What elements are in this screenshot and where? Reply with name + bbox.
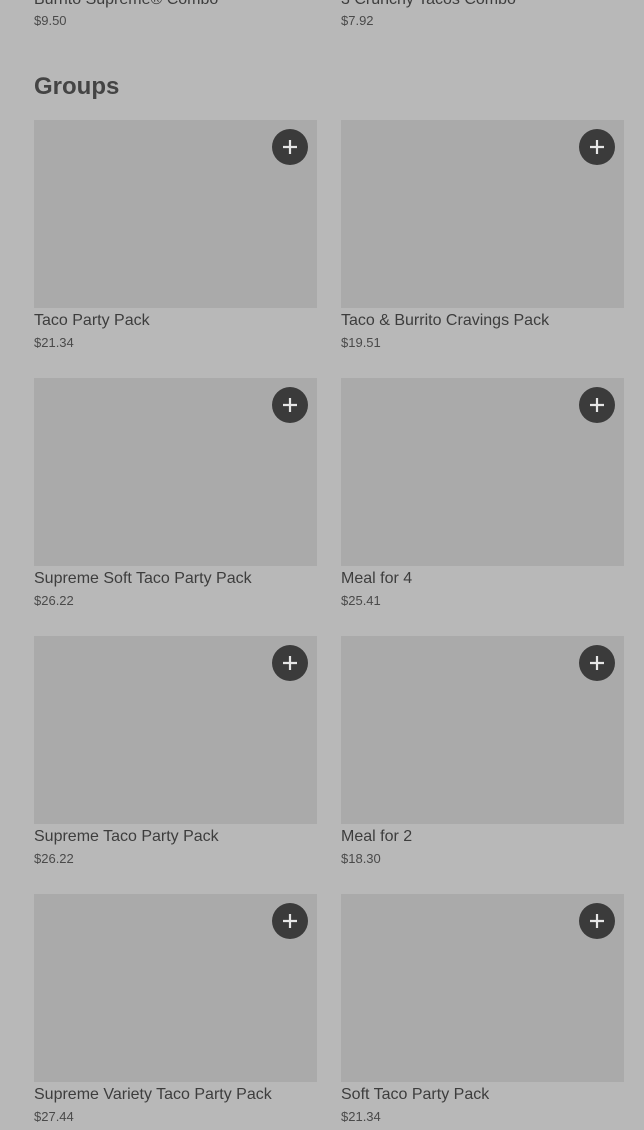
item-name: Supreme Soft Taco Party Pack [34,570,252,587]
plus-icon [283,656,297,670]
section-title: Groups [34,73,120,100]
item-name: Burrito Supreme® Combo [34,0,317,10]
plus-icon [283,398,297,412]
item-name: Taco Party Pack [34,312,150,329]
item-price: $26.22 [34,593,74,608]
menu-page: Burrito Supreme® Combo $9.50 3 Crunchy T… [0,0,644,1130]
item-price: $19.51 [341,335,381,350]
plus-icon [590,914,604,928]
item-price: $21.34 [341,1109,381,1124]
add-item-button[interactable] [272,645,308,681]
item-price: $25.41 [341,593,381,608]
menu-item-card[interactable]: Soft Taco Party Pack $21.34 [341,894,624,1130]
add-item-button[interactable] [272,387,308,423]
item-price: $18.30 [341,851,381,866]
item-price: $7.92 [341,13,374,28]
item-price: $21.34 [34,335,74,350]
add-item-button[interactable] [272,903,308,939]
menu-item-card[interactable]: Meal for 4 $25.41 [341,378,624,618]
add-item-button[interactable] [579,903,615,939]
menu-item-card[interactable]: Taco Party Pack $21.34 [34,120,317,360]
previous-items-row: Burrito Supreme® Combo $9.50 3 Crunchy T… [34,0,634,40]
item-name: Supreme Variety Taco Party Pack [34,1086,272,1103]
item-price: $27.44 [34,1109,74,1124]
item-name: Soft Taco Party Pack [341,1086,490,1103]
item-name: Meal for 4 [341,570,413,587]
add-item-button[interactable] [272,129,308,165]
plus-icon [590,140,604,154]
menu-item-card[interactable]: Burrito Supreme® Combo $9.50 [34,0,317,30]
add-item-button[interactable] [579,387,615,423]
menu-item-card[interactable]: Meal for 2 $18.30 [341,636,624,876]
plus-icon [283,914,297,928]
plus-icon [283,140,297,154]
item-name: Supreme Taco Party Pack [34,828,219,845]
item-price: $9.50 [34,13,67,28]
menu-item-card[interactable]: Supreme Soft Taco Party Pack $26.22 [34,378,317,618]
item-name: 3 Crunchy Tacos Combo [341,0,624,10]
add-item-button[interactable] [579,129,615,165]
plus-icon [590,398,604,412]
menu-item-card[interactable]: 3 Crunchy Tacos Combo $7.92 [341,0,624,30]
plus-icon [590,656,604,670]
item-name: Taco & Burrito Cravings Pack [341,312,550,329]
menu-item-card[interactable]: Supreme Taco Party Pack $26.22 [34,636,317,876]
item-price: $26.22 [34,851,74,866]
menu-item-card[interactable]: Taco & Burrito Cravings Pack $19.51 [341,120,624,360]
menu-item-card[interactable]: Supreme Variety Taco Party Pack $27.44 [34,894,317,1130]
item-name: Meal for 2 [341,828,413,845]
add-item-button[interactable] [579,645,615,681]
